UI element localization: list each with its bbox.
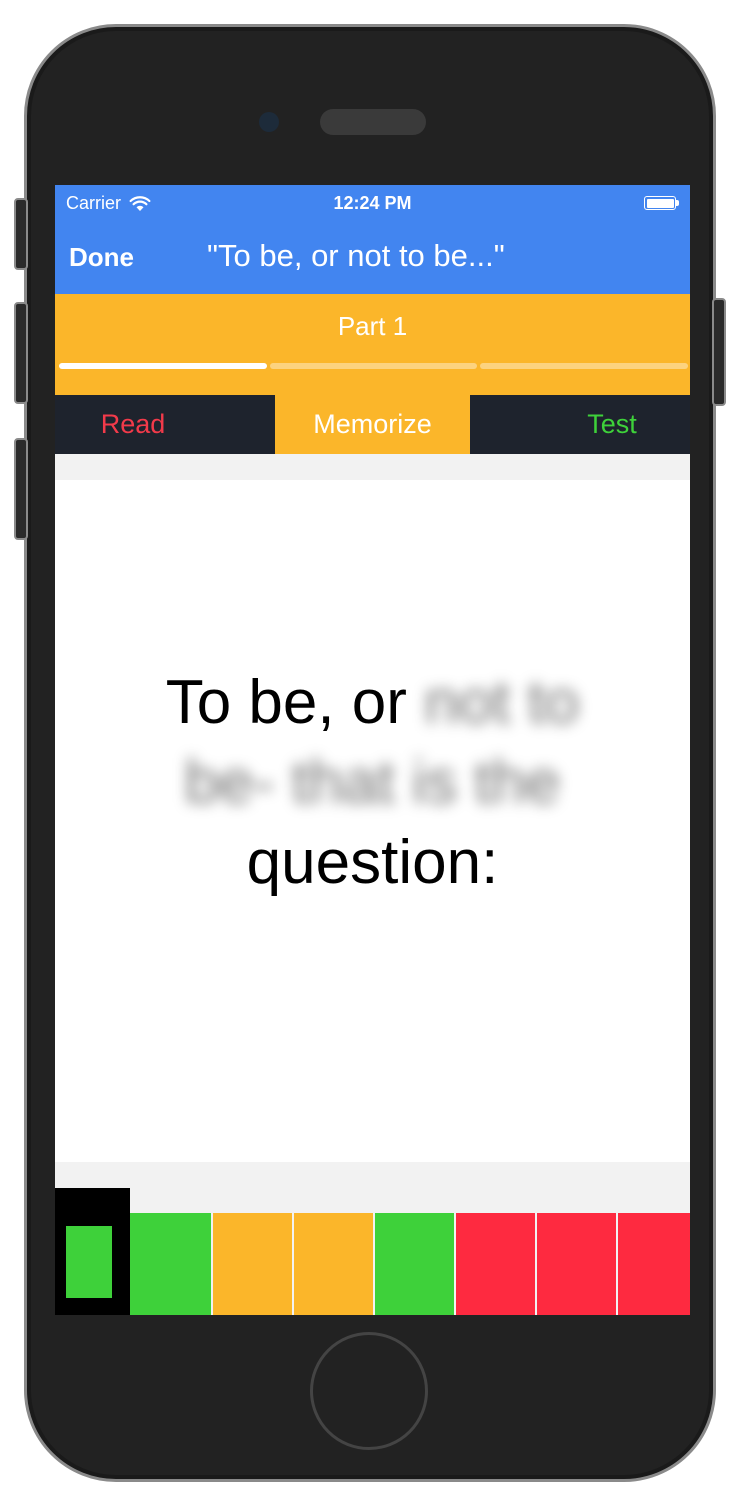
- verse-hidden-text[interactable]: not to: [424, 668, 579, 737]
- volume-down-button: [14, 438, 28, 540]
- progress-strip: [55, 1188, 690, 1315]
- line-progress-cell[interactable]: [292, 1213, 373, 1315]
- tab-test-label: Test: [587, 409, 637, 439]
- tab-test[interactable]: Test: [470, 395, 690, 454]
- tab-memorize[interactable]: Memorize: [275, 395, 470, 454]
- power-button: [712, 298, 726, 406]
- current-line-selector[interactable]: [55, 1188, 130, 1315]
- verse-visible-text: question:: [246, 828, 499, 897]
- verse-visible-text: To be, or: [165, 668, 407, 737]
- line-progress-cell[interactable]: [130, 1213, 211, 1315]
- battery-icon: [644, 196, 680, 210]
- verse-line-1: To be, or not to: [115, 663, 630, 743]
- mute-switch: [14, 198, 28, 270]
- part-progress: [59, 363, 688, 369]
- done-button[interactable]: Done: [69, 242, 134, 273]
- verse-line-3: question:: [115, 823, 630, 903]
- line-progress-cell[interactable]: [454, 1213, 535, 1315]
- mode-tab-bar: Read Memorize Test: [55, 395, 690, 454]
- part-progress-segment: [269, 363, 478, 369]
- verse-line-2: be- that is the: [115, 743, 630, 823]
- part-progress-segment: [480, 363, 688, 369]
- part-header: Part 1: [55, 294, 690, 395]
- tab-memorize-label: Memorize: [313, 409, 432, 439]
- earpiece-speaker: [320, 109, 426, 135]
- app-screen: Carrier 12:24 PM Done "To be, or not to …: [55, 185, 690, 1315]
- verse-hidden-text[interactable]: be- that is the: [185, 748, 561, 817]
- battery-tip: [676, 200, 679, 206]
- status-time: 12:24 PM: [333, 193, 412, 213]
- line-progress-cell[interactable]: [535, 1213, 616, 1315]
- part-title: Part 1: [337, 311, 408, 341]
- memorize-card: To be, or not to be- that is the questio…: [55, 480, 690, 1162]
- line-progress-cell[interactable]: [211, 1213, 292, 1315]
- battery-body: [644, 196, 676, 210]
- current-line-indicator: [66, 1226, 112, 1298]
- status-bar: Carrier 12:24 PM: [55, 185, 690, 221]
- tab-read[interactable]: Read: [55, 395, 275, 454]
- line-progress-cell[interactable]: [616, 1213, 690, 1315]
- nav-title: "To be, or not to be...": [207, 238, 505, 273]
- battery-fill: [646, 198, 674, 208]
- volume-up-button: [14, 302, 28, 404]
- tab-read-label: Read: [100, 409, 166, 439]
- front-camera: [259, 112, 279, 132]
- part-progress-segment: [59, 363, 267, 369]
- home-button[interactable]: [310, 1332, 428, 1450]
- line-progress-cell[interactable]: [373, 1213, 454, 1315]
- navigation-bar: Done "To be, or not to be...": [55, 221, 690, 294]
